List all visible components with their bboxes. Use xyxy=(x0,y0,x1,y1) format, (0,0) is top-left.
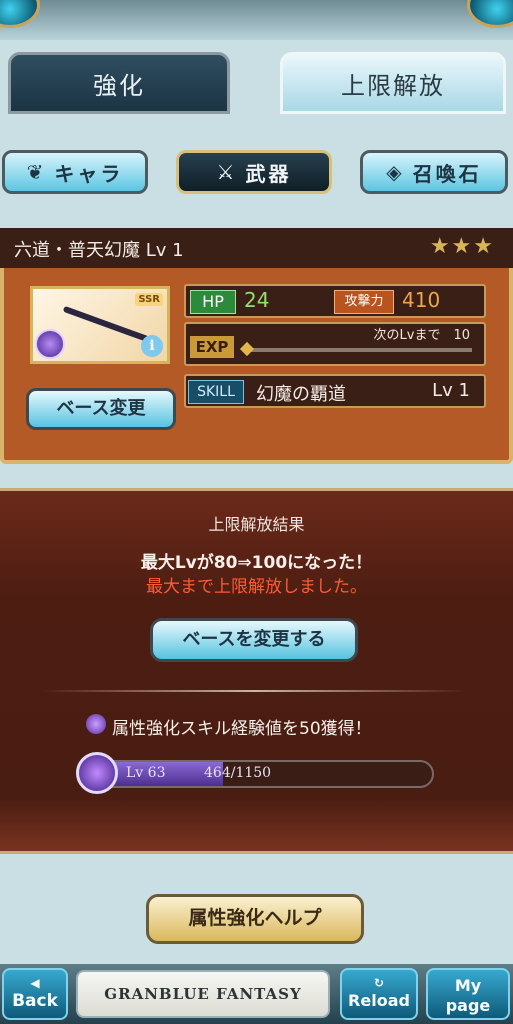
result-panel xyxy=(0,488,513,854)
back-arrow-icon: ◀ xyxy=(30,976,40,990)
dark-element-orb-icon xyxy=(76,752,118,794)
exp-bar xyxy=(244,348,472,352)
weapon-name: 六道・普天幻魔 Lv 1 xyxy=(14,240,184,261)
stats-row: HP 24 攻撃力 410 xyxy=(184,284,486,318)
category-chara-button[interactable]: ❦ キャラ xyxy=(2,150,148,194)
top-decor xyxy=(0,0,513,40)
exp-row: EXP 次のLvまで 10 xyxy=(184,322,486,366)
element-help-button[interactable]: 属性強化ヘルプ xyxy=(146,894,364,944)
reload-icon: ↻ xyxy=(373,976,385,990)
granblue-logo: GRANBLUE FANTASY xyxy=(76,970,330,1018)
back-button[interactable]: ◀ Back xyxy=(2,968,68,1020)
category-label: 召喚石 xyxy=(412,161,482,186)
info-icon[interactable]: i xyxy=(141,335,163,357)
dark-element-icon xyxy=(35,329,65,359)
gem-icon xyxy=(467,0,513,28)
weapon-blade-icon xyxy=(62,305,150,343)
change-base-button[interactable]: ベースを変更する xyxy=(150,618,358,662)
divider xyxy=(40,690,468,692)
base-change-button[interactable]: ベース変更 xyxy=(26,388,176,430)
rarity-stars: ★★★ xyxy=(429,234,495,259)
exp-label: EXP xyxy=(190,336,234,358)
dark-element-icon xyxy=(86,714,106,734)
category-label: 武器 xyxy=(245,161,292,186)
rarity-badge: SSR xyxy=(135,293,163,306)
skill-label: SKILL xyxy=(188,380,244,404)
max-level-message: 最大Lvが80⇒100になった！ xyxy=(140,553,373,573)
skill-exp-gain-text: 属性強化スキル経験値を50獲得！ xyxy=(112,719,372,739)
element-level-value: 464/1150 xyxy=(204,765,272,781)
mypage-button[interactable]: My page xyxy=(426,968,510,1020)
hp-label: HP xyxy=(190,290,236,314)
tab-enhance[interactable]: 強化 xyxy=(8,52,230,114)
fully-uncapped-message: 最大まで上限解放しました。 xyxy=(146,577,367,597)
back-label: Back xyxy=(12,991,58,1011)
atk-label: 攻撃力 xyxy=(334,290,394,314)
reload-label: Reload xyxy=(348,991,410,1010)
chara-icon: ❦ xyxy=(26,160,47,184)
mypage-label-1: My xyxy=(454,976,482,995)
gem-icon xyxy=(0,0,40,28)
skill-level: Lv 1 xyxy=(432,380,470,401)
skill-row[interactable]: SKILL 幻魔の覇道 Lv 1 xyxy=(184,374,486,408)
mypage-label-2: page xyxy=(445,996,491,1015)
weapon-portrait[interactable]: SSR i xyxy=(30,286,170,364)
hp-value: 24 xyxy=(244,288,270,312)
exp-marker-icon xyxy=(239,341,255,357)
crossed-swords-icon: ⚔ xyxy=(216,160,238,184)
category-weapon-button[interactable]: ⚔ 武器 xyxy=(176,150,332,194)
skill-name: 幻魔の覇道 xyxy=(256,384,346,405)
tab-uncap[interactable]: 上限解放 xyxy=(280,52,506,114)
category-label: キャラ xyxy=(54,161,124,186)
category-summon-button[interactable]: ◈ 召喚石 xyxy=(360,150,508,194)
summon-crystal-icon: ◈ xyxy=(386,160,405,184)
atk-value: 410 xyxy=(402,288,441,312)
next-level-label: 次のLvまで 10 xyxy=(373,328,470,343)
result-title: 上限解放結果 xyxy=(208,515,305,534)
weapon-header: 六道・普天幻魔 Lv 1 ★★★ xyxy=(0,228,513,268)
reload-button[interactable]: ↻ Reload xyxy=(340,968,418,1020)
element-level-label: Lv 63 xyxy=(126,765,166,781)
